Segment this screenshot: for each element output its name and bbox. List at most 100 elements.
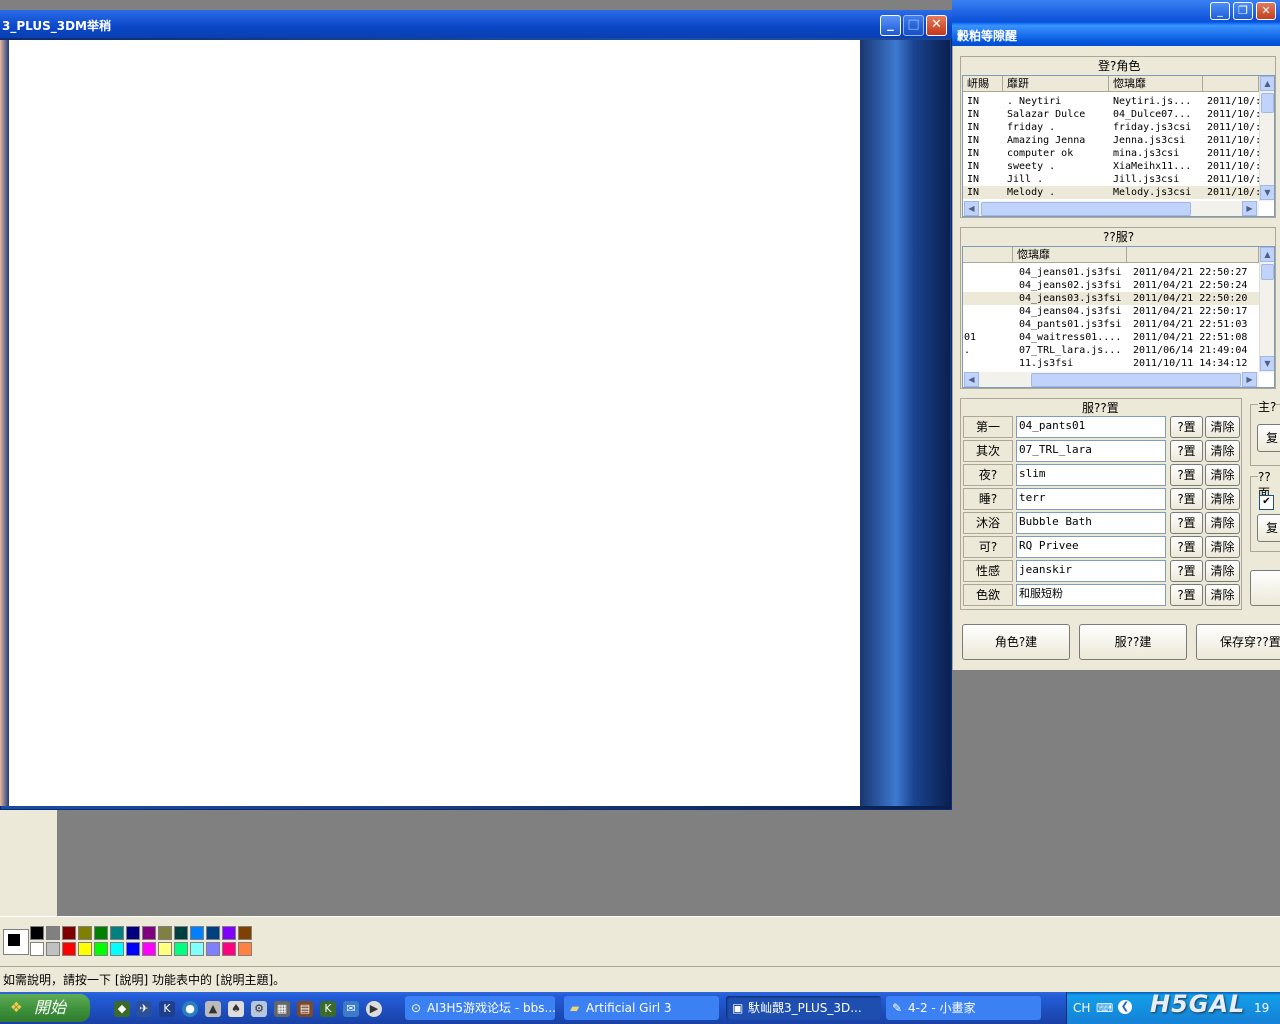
- palette-swatch[interactable]: [126, 926, 140, 940]
- clock[interactable]: 19: [1254, 1001, 1269, 1015]
- clothes-row[interactable]: 11.js3fsi 2011/10/11 14:34:12: [963, 357, 1259, 370]
- slot-clear-button[interactable]: 清除: [1205, 464, 1240, 486]
- char-list-vscroll[interactable]: ▲ ▼: [1259, 76, 1274, 201]
- slot-set-button[interactable]: ?置: [1170, 440, 1203, 462]
- palette-swatch[interactable]: [110, 926, 124, 940]
- palette-swatch[interactable]: [206, 942, 220, 956]
- slot-clear-button[interactable]: 清除: [1205, 440, 1240, 462]
- clothes-list[interactable]: 惚璃靡 04_jeans01.js3fsi 2011/04/21 22:50:27…: [962, 246, 1275, 388]
- slot-value-field[interactable]: jeanskir: [1016, 560, 1166, 582]
- cloth-col-date[interactable]: [1127, 247, 1259, 263]
- slot-clear-button[interactable]: 清除: [1205, 488, 1240, 510]
- slot-value-field[interactable]: RQ Privee: [1016, 536, 1166, 558]
- minimize-icon[interactable]: _: [1210, 2, 1230, 20]
- slot-value-field[interactable]: Bubble Bath: [1016, 512, 1166, 534]
- scroll-left-icon[interactable]: ◀: [964, 201, 979, 216]
- char-col-name[interactable]: 靡趼: [1003, 76, 1109, 92]
- character-list[interactable]: 岍賜 靡趼 惚璃靡 IN . Neytiri Neytiri.js... 2011/1…: [962, 75, 1275, 217]
- quicklaunch-icon-10[interactable]: K: [320, 1001, 336, 1017]
- scroll-thumb[interactable]: [1031, 373, 1241, 387]
- slot-clear-button[interactable]: 清除: [1205, 416, 1240, 438]
- slot-set-button[interactable]: ?置: [1170, 536, 1203, 558]
- quicklaunch-icon-3[interactable]: K: [159, 1001, 175, 1017]
- scroll-right-icon[interactable]: ▶: [1242, 201, 1257, 216]
- scroll-left-icon[interactable]: ◀: [964, 372, 979, 387]
- task-folder[interactable]: ▰ Artificial Girl 3: [564, 996, 719, 1020]
- slot-set-button[interactable]: ?置: [1170, 416, 1203, 438]
- slot-clear-button[interactable]: 清除: [1205, 560, 1240, 582]
- slot-set-button[interactable]: ?置: [1170, 512, 1203, 534]
- palette-swatch[interactable]: [158, 926, 172, 940]
- slot-set-button[interactable]: ?置: [1170, 560, 1203, 582]
- palette-swatch[interactable]: [78, 942, 92, 956]
- palette-swatch[interactable]: [46, 942, 60, 956]
- cloth-col-file[interactable]: 惚璃靡: [1013, 247, 1127, 263]
- game-minimize-icon[interactable]: _: [880, 15, 901, 36]
- slot-set-button[interactable]: ?置: [1170, 584, 1203, 606]
- restore-icon[interactable]: ❐: [1233, 2, 1253, 20]
- current-colors[interactable]: [3, 929, 29, 955]
- clothes-row[interactable]: 04_jeans03.js3fsi 2011/04/21 22:50:20: [963, 292, 1259, 305]
- clothes-row[interactable]: 04_pants01.js3fsi 2011/04/21 22:51:03: [963, 318, 1259, 331]
- cloth-list-vscroll[interactable]: ▲ ▼: [1259, 247, 1274, 372]
- palette-swatch[interactable]: [174, 926, 188, 940]
- scroll-thumb[interactable]: [1261, 93, 1274, 113]
- game-title-bar[interactable]: [0, 10, 952, 38]
- palette-swatch[interactable]: [142, 926, 156, 940]
- slot-value-field[interactable]: slim: [1016, 464, 1166, 486]
- cloth-col-id[interactable]: [963, 247, 1013, 263]
- character-row[interactable]: IN sweety . XiaMeihx11... 2011/10/:: [963, 160, 1261, 173]
- scroll-down-icon[interactable]: ▼: [1260, 185, 1274, 200]
- scroll-thumb[interactable]: [1261, 264, 1274, 280]
- clothes-row[interactable]: 04_jeans04.js3fsi 2011/04/21 22:50:17: [963, 305, 1259, 318]
- paint-canvas-area[interactable]: [57, 810, 1280, 916]
- keyboard-icon[interactable]: ⌨: [1096, 1001, 1113, 1015]
- palette-swatch[interactable]: [78, 926, 92, 940]
- globe-icon[interactable]: ●: [182, 1001, 198, 1017]
- character-row[interactable]: IN friday . friday.js3csi 2011/10/:: [963, 121, 1261, 134]
- character-row[interactable]: IN computer ok mina.js3csi 2011/10/:: [963, 147, 1261, 160]
- slot-value-field[interactable]: 04_pants01: [1016, 416, 1166, 438]
- palette-swatch[interactable]: [174, 942, 188, 956]
- character-row[interactable]: IN Salazar Dulce 04_Dulce07... 2011/10/:: [963, 108, 1261, 121]
- right-extra-button[interactable]: [1250, 570, 1280, 606]
- task-paint[interactable]: ✎ 4-2 - 小畫家: [886, 996, 1041, 1020]
- task-game-window[interactable]: ▣ 馱屾覿3_PLUS_3D...: [726, 996, 881, 1020]
- close-icon[interactable]: ✕: [1256, 2, 1276, 20]
- palette-swatch[interactable]: [62, 926, 76, 940]
- language-indicator[interactable]: CH: [1073, 1001, 1090, 1015]
- quicklaunch-icon-11[interactable]: ✉: [343, 1001, 359, 1017]
- quicklaunch-icon-9[interactable]: ▤: [297, 1001, 313, 1017]
- palette-swatch[interactable]: [190, 942, 204, 956]
- palette-swatch[interactable]: [126, 942, 140, 956]
- clothes-row[interactable]: 04_jeans02.js3fsi 2011/04/21 22:50:24: [963, 279, 1259, 292]
- palette-swatch[interactable]: [238, 942, 252, 956]
- slot-clear-button[interactable]: 清除: [1205, 536, 1240, 558]
- create-character-button[interactable]: 角色?建: [962, 624, 1070, 660]
- slot-value-field[interactable]: 和服短粉: [1016, 584, 1166, 606]
- scroll-up-icon[interactable]: ▲: [1260, 76, 1274, 91]
- character-row[interactable]: IN Jill . Jill.js3csi 2011/10/:: [963, 173, 1261, 186]
- clothes-row[interactable]: 01 04_waitress01.... 2011/04/21 22:51:08: [963, 331, 1259, 344]
- char-col-date[interactable]: [1203, 76, 1259, 92]
- palette-swatch[interactable]: [158, 942, 172, 956]
- slot-value-field[interactable]: terr: [1016, 488, 1166, 510]
- task-forum-browser[interactable]: ⊙ AI3H5游戏论坛 - bbs...: [405, 996, 555, 1020]
- scroll-right-icon[interactable]: ▶: [1242, 372, 1257, 387]
- scroll-down-icon[interactable]: ▼: [1260, 356, 1274, 371]
- clothes-row[interactable]: . 07_TRL_lara.js... 2011/06/14 21:49:04: [963, 344, 1259, 357]
- tray-expand-icon[interactable]: ❮: [1118, 1000, 1132, 1014]
- scroll-thumb[interactable]: [981, 202, 1191, 216]
- palette-swatch[interactable]: [222, 942, 236, 956]
- media-play-icon[interactable]: ▶: [366, 1001, 382, 1017]
- character-row[interactable]: IN Melody . Melody.js3csi 2011/10/:: [963, 186, 1261, 199]
- palette-swatch[interactable]: [30, 926, 44, 940]
- quicklaunch-icon-5[interactable]: ▲: [205, 1001, 221, 1017]
- right-copy-button-2[interactable]: 复: [1257, 514, 1280, 542]
- quicklaunch-icon-2[interactable]: ✈: [136, 1001, 152, 1017]
- game-render-canvas[interactable]: [9, 40, 860, 806]
- char-col-file[interactable]: 惚璃靡: [1109, 76, 1203, 92]
- palette-swatch[interactable]: [206, 926, 220, 940]
- quicklaunch-icon-8[interactable]: ▦: [274, 1001, 290, 1017]
- char-col-status[interactable]: 岍賜: [963, 76, 1003, 92]
